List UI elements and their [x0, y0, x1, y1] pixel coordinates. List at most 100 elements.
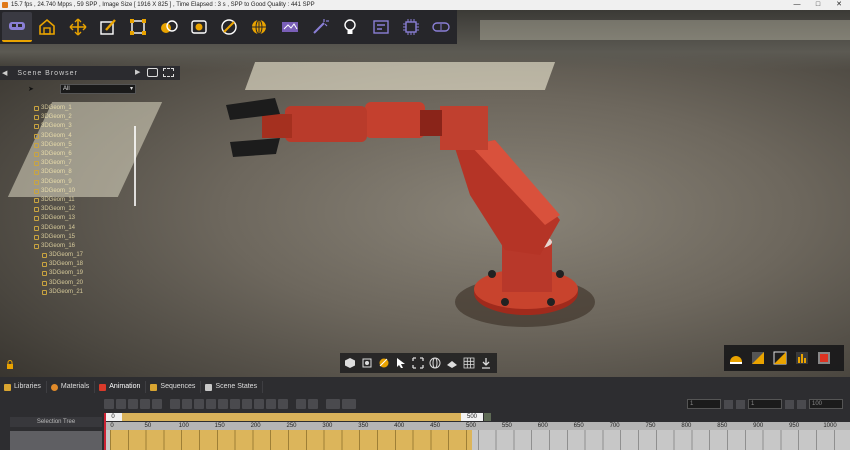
stop-render-icon[interactable]	[815, 349, 833, 367]
tool-button[interactable]	[116, 399, 126, 409]
tool-button[interactable]	[266, 399, 276, 409]
minimize-button[interactable]: —	[790, 0, 804, 10]
tool-button[interactable]	[128, 399, 138, 409]
tree-item[interactable]: 3DGeom_10	[0, 187, 140, 196]
vr-headset-icon[interactable]	[2, 12, 32, 42]
panorama-360-icon[interactable]	[275, 12, 305, 42]
camera-icon[interactable]	[184, 12, 214, 42]
selection-tree-area[interactable]	[10, 431, 102, 450]
tab-materials[interactable]: Materials	[47, 381, 96, 393]
tab-libraries[interactable]: Libraries	[0, 381, 47, 393]
tree-item[interactable]: 3DGeom_6	[0, 150, 140, 159]
light-bulb-icon[interactable]	[336, 12, 366, 42]
tab-animation[interactable]: Animation	[95, 381, 147, 393]
magic-wand-icon[interactable]	[305, 12, 335, 42]
scene-browser-header: ◀ Scene Browser ▶	[0, 66, 180, 80]
tool-button[interactable]	[230, 399, 240, 409]
tool-button[interactable]	[194, 399, 204, 409]
layers-icon[interactable]	[366, 12, 396, 42]
frame-ruler[interactable]: 0 50 100 150 200 250 300 350 400 450 500 550 600 650 7…	[104, 422, 850, 430]
current-frame-field[interactable]: 1	[748, 399, 782, 409]
tree-item[interactable]: 3DGeom_15	[0, 233, 140, 242]
active-range-track[interactable]	[110, 430, 472, 450]
tree-item[interactable]: 3DGeom_2	[0, 113, 140, 122]
tree-item[interactable]: 3DGeom_21	[0, 288, 140, 297]
fit-view-icon[interactable]	[163, 68, 174, 77]
paint-brush-icon[interactable]	[93, 12, 123, 42]
timeline[interactable]: 0 500 0 50 100 150 200 250 300 350 400 450 500 550 6…	[104, 413, 850, 450]
tool-button[interactable]	[254, 399, 264, 409]
range-end[interactable]: 500	[461, 413, 483, 421]
tree-item[interactable]: 3DGeom_13	[0, 214, 140, 223]
zoom-extents-icon[interactable]	[359, 355, 374, 371]
tree-item[interactable]: 3DGeom_11	[0, 196, 140, 205]
tree-item[interactable]: 3DGeom_8	[0, 168, 140, 177]
cube-view-icon[interactable]	[342, 355, 357, 371]
tool-button[interactable]	[242, 399, 252, 409]
tree-item[interactable]: 3DGeom_16	[0, 242, 140, 251]
range-handle[interactable]	[484, 413, 491, 421]
ground-plane-icon[interactable]	[444, 355, 459, 371]
tree-item[interactable]: 3DGeom_5	[0, 141, 140, 150]
frame-field[interactable]: 1	[687, 399, 721, 409]
tree-item[interactable]: 3DGeom_9	[0, 178, 140, 187]
texture-icon[interactable]	[214, 12, 244, 42]
material-ball-icon[interactable]	[376, 355, 391, 371]
tool-button[interactable]	[140, 399, 150, 409]
end-frame-field[interactable]: 100	[809, 399, 843, 409]
tool-button[interactable]	[104, 399, 114, 409]
select-region-icon[interactable]	[123, 12, 153, 42]
first-frame-button[interactable]	[724, 399, 733, 409]
play-range-bar[interactable]	[110, 413, 470, 421]
tree-item[interactable]: 3DGeom_1	[0, 104, 140, 113]
move-icon[interactable]	[63, 12, 93, 42]
tool-button[interactable]	[278, 399, 288, 409]
tree-item[interactable]: 3DGeom_20	[0, 279, 140, 288]
download-icon[interactable]	[478, 355, 493, 371]
goggles-icon[interactable]	[427, 12, 457, 42]
tree-item[interactable]: 3DGeom_19	[0, 269, 140, 278]
next-frame-button[interactable]	[785, 399, 794, 409]
collapse-arrow-icon[interactable]: ◀	[2, 69, 7, 77]
tool-button[interactable]	[308, 399, 318, 409]
tab-scene-states[interactable]: Scene States	[201, 381, 264, 393]
screenshot-icon[interactable]	[147, 68, 158, 77]
tool-button[interactable]	[296, 399, 306, 409]
sphere-grid-icon[interactable]	[427, 355, 442, 371]
denoise-icon[interactable]	[771, 349, 789, 367]
sphere-icon[interactable]	[245, 12, 275, 42]
expand-arrow-icon[interactable]: ▶	[135, 68, 140, 76]
tree-item[interactable]: 3DGeom_18	[0, 260, 140, 269]
range-start[interactable]: 0	[104, 413, 122, 421]
tree-item[interactable]: 3DGeom_17	[0, 251, 140, 260]
tree-item[interactable]: 3DGeom_14	[0, 223, 140, 232]
tool-button[interactable]	[206, 399, 216, 409]
histogram-icon[interactable]	[793, 349, 811, 367]
expand-icon[interactable]	[410, 355, 425, 371]
lock-icon[interactable]	[5, 360, 15, 370]
playhead[interactable]	[104, 413, 106, 450]
tool-button[interactable]	[326, 399, 340, 409]
last-frame-button[interactable]	[797, 399, 806, 409]
tree-item[interactable]: 3DGeom_4	[0, 132, 140, 141]
tool-button[interactable]	[342, 399, 356, 409]
tool-button[interactable]	[152, 399, 162, 409]
prev-frame-button[interactable]	[736, 399, 745, 409]
tree-item[interactable]: 3DGeom_7	[0, 159, 140, 168]
maximize-button[interactable]: □	[811, 0, 825, 10]
select-arrow-icon[interactable]	[393, 355, 408, 371]
close-button[interactable]: ✕	[832, 0, 846, 10]
materials-balls-icon[interactable]	[154, 12, 184, 42]
tool-button[interactable]	[218, 399, 228, 409]
tool-button[interactable]	[170, 399, 180, 409]
gauge-icon[interactable]	[727, 349, 745, 367]
render-quality-icon[interactable]	[749, 349, 767, 367]
tree-item[interactable]: 3DGeom_3	[0, 122, 140, 131]
tab-sequences[interactable]: Sequences	[146, 381, 202, 393]
filter-select[interactable]: All ▾	[60, 84, 136, 94]
grid-icon[interactable]	[461, 355, 476, 371]
environment-icon[interactable]	[32, 12, 62, 42]
tree-item[interactable]: 3DGeom_12	[0, 205, 140, 214]
cpu-icon[interactable]	[396, 12, 426, 42]
tool-button[interactable]	[182, 399, 192, 409]
